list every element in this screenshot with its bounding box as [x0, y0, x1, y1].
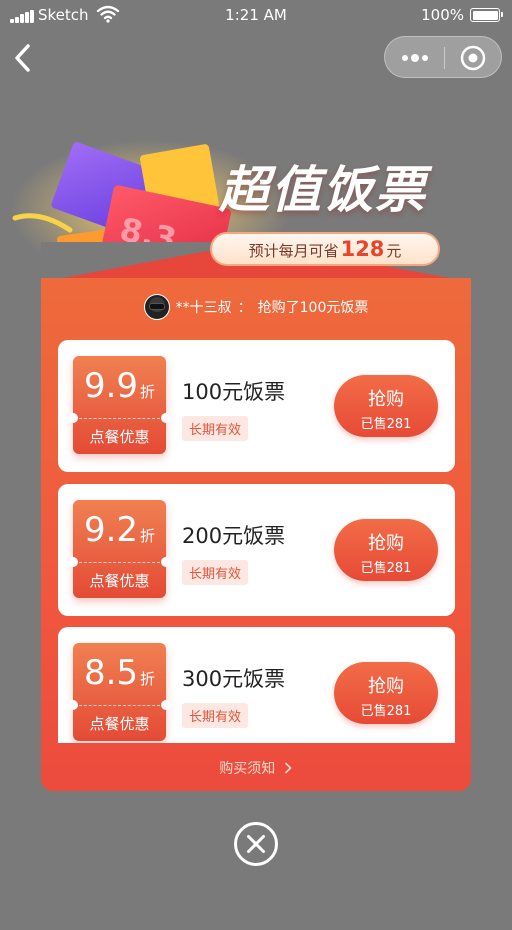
savings-pill: 预计每月可省128 元	[210, 232, 440, 266]
discount-badge: 8.5 折 点餐优惠	[68, 643, 171, 741]
validity-tag: 长期有效	[182, 416, 249, 441]
buy-button[interactable]: 抢购 已售281	[334, 519, 438, 581]
avatar	[143, 294, 170, 320]
battery-icon	[470, 8, 503, 22]
discount-value: 9.9	[83, 366, 139, 406]
validity-tag: 长期有效	[182, 560, 249, 585]
more-icon[interactable]	[385, 37, 444, 79]
buyer-name: **十三叔	[175, 300, 232, 316]
purchase-notice-label: 购买须知	[219, 761, 276, 777]
sold-count: 已售281	[360, 561, 412, 576]
page-headline: 超值饭票	[219, 161, 427, 219]
chevron-right-icon	[284, 762, 292, 774]
ticket-title: 100元饭票	[182, 380, 286, 404]
close-circle-icon[interactable]	[233, 821, 279, 867]
discount-value: 8.5	[83, 653, 139, 693]
status-bar: Sketch 1:21 AM 100%	[0, 0, 512, 30]
buy-label: 抢购	[368, 533, 404, 554]
list-item: 9.2 折 点餐优惠 200元饭票 长期有效 抢购 已售281	[58, 484, 455, 616]
buy-label: 抢购	[368, 676, 404, 697]
ticket-title: 200元饭票	[182, 524, 286, 548]
buyer-action: 抢购了100元饭票	[257, 300, 369, 316]
back-icon[interactable]	[8, 40, 40, 76]
buy-button[interactable]: 抢购 已售281	[334, 662, 438, 724]
discount-kind: 点餐优惠	[89, 428, 150, 446]
list-item: 8.5 折 点餐优惠 300元饭票 长期有效 抢购 已售281	[58, 627, 455, 743]
savings-suffix: 元	[386, 242, 402, 260]
buy-button[interactable]: 抢购 已售281	[334, 375, 438, 437]
list-item: 9.9 折 点餐优惠 100元饭票 长期有效 抢购 已售281	[58, 340, 455, 472]
battery-percent: 100%	[421, 6, 464, 24]
ticket-title: 300元饭票	[182, 667, 286, 691]
mini-close-icon[interactable]	[444, 37, 503, 79]
discount-kind: 点餐优惠	[89, 715, 150, 733]
sold-count: 已售281	[360, 417, 412, 432]
sold-count: 已售281	[360, 704, 412, 719]
mini-program-capsule	[384, 36, 502, 78]
discount-unit: 折	[140, 527, 156, 545]
discount-value: 9.2	[83, 510, 139, 550]
ticket-list[interactable]: 9.9 折 点餐优惠 100元饭票 长期有效 抢购 已售281 9.2 折 点餐优惠…	[58, 340, 455, 743]
savings-prefix: 预计每月可省	[248, 242, 339, 260]
buy-label: 抢购	[368, 389, 404, 410]
purchase-notice-link[interactable]: 购买须知	[41, 758, 471, 778]
discount-unit: 折	[140, 383, 156, 401]
discount-kind: 点餐优惠	[89, 572, 150, 590]
validity-tag: 长期有效	[182, 703, 249, 728]
savings-amount: 128	[340, 237, 385, 261]
discount-badge: 9.9 折 点餐优惠	[68, 356, 171, 454]
discount-unit: 折	[140, 670, 156, 688]
recent-buyer: **十三叔：抢购了100元饭票	[41, 294, 471, 322]
discount-badge: 9.2 折 点餐优惠	[68, 500, 171, 598]
